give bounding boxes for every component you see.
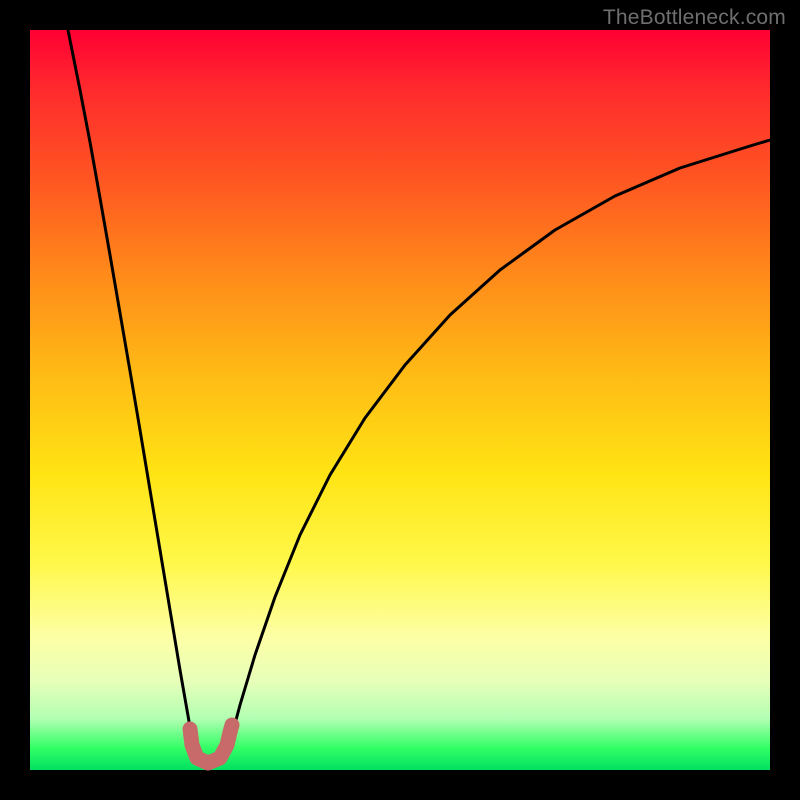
- curve-layer: [30, 30, 770, 770]
- chart-frame: TheBottleneck.com: [0, 0, 800, 800]
- bottleneck-curve-right: [228, 140, 770, 750]
- watermark-text: TheBottleneck.com: [603, 6, 786, 30]
- bottleneck-curve-left: [68, 30, 196, 750]
- plot-area: [30, 30, 770, 770]
- valley-marker: [190, 725, 232, 763]
